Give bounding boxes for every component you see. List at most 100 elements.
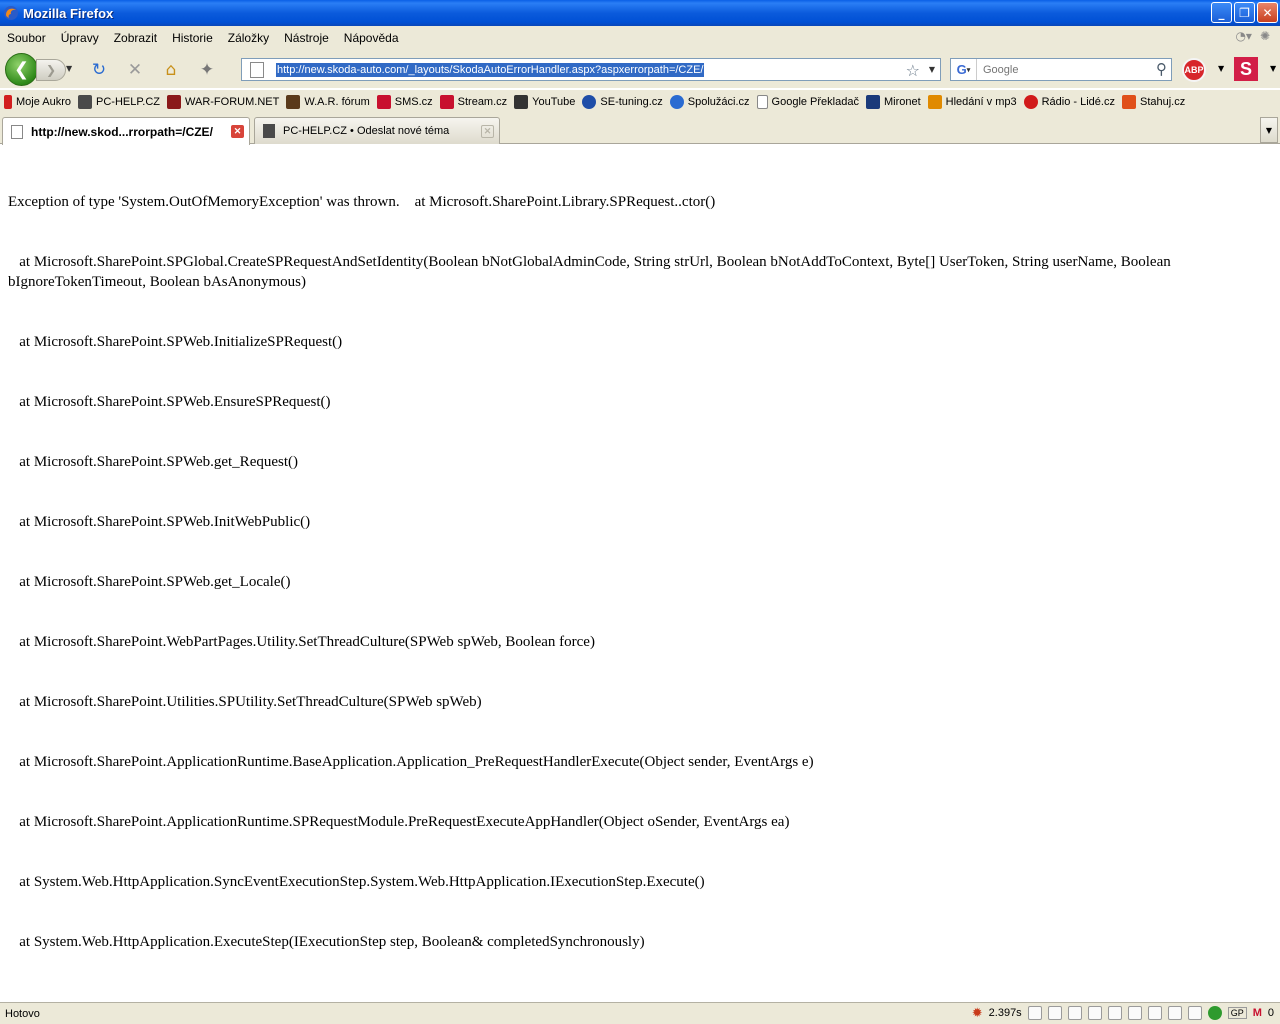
- computer-icon: [263, 124, 275, 138]
- throbber-icon: ✺: [1259, 29, 1270, 43]
- war-forum-icon: [167, 95, 182, 109]
- error-line: at Microsoft.SharePoint.ApplicationRunti…: [8, 814, 790, 830]
- tab-bar: http://new.skod...rrorpath=/CZE/ ✕ PC-HE…: [0, 114, 1280, 145]
- network-icon[interactable]: [1067, 1006, 1082, 1020]
- aukro-icon: [4, 95, 12, 109]
- spoluzaci-icon: [669, 95, 684, 109]
- menu-soubor[interactable]: Soubor: [0, 31, 54, 45]
- menu-historie[interactable]: Historie: [165, 31, 221, 45]
- url-bar[interactable]: http://new.skoda-auto.com/_layouts/Skoda…: [241, 58, 941, 81]
- bookmark-moje-aukro[interactable]: Moje Aukro: [4, 95, 71, 109]
- mironet-icon: [865, 95, 880, 109]
- adblock-dropdown-icon[interactable]: ▼: [1218, 64, 1224, 73]
- gmail-count: 0: [1267, 1007, 1274, 1019]
- menu-bar: Soubor Úpravy Zobrazit Historie Záložky …: [0, 26, 1280, 50]
- bookmarks-toolbar: Moje Aukro PC-HELP.CZ WAR-FORUM.NET W.A.…: [0, 90, 1280, 114]
- save-icon[interactable]: [1087, 1006, 1102, 1020]
- navigation-toolbar: ❮ ❯ ▼ ↻ ✕ ⌂ ✦ http://new.skoda-auto.com/…: [0, 50, 1280, 88]
- error-line: Exception of type 'System.OutOfMemoryExc…: [8, 194, 716, 210]
- error-line: at Microsoft.SharePoint.SPWeb.get_Reques…: [8, 454, 299, 470]
- print-icon[interactable]: [1107, 1006, 1122, 1020]
- bookmark-google-prekladac[interactable]: Google Překladač: [756, 95, 859, 109]
- stahuj-icon: [1121, 95, 1136, 109]
- close-tab-icon[interactable]: ✕: [231, 125, 244, 138]
- search-go-icon[interactable]: ⚲: [1156, 60, 1167, 78]
- mail-icon[interactable]: [1147, 1006, 1162, 1020]
- bookmark-stream[interactable]: Stream.cz: [439, 95, 507, 109]
- addon-s-button[interactable]: S: [1234, 57, 1258, 81]
- search-input[interactable]: [983, 63, 1143, 76]
- chart-icon[interactable]: [1167, 1006, 1182, 1020]
- bookmark-star-icon[interactable]: ☆: [906, 61, 920, 80]
- bookmark-mironet[interactable]: Mironet: [865, 95, 921, 109]
- se-tuning-icon: [582, 95, 597, 109]
- bookmark-stahuj[interactable]: Stahuj.cz: [1121, 95, 1185, 109]
- error-line: at System.Web.HttpApplication.SyncEventE…: [8, 874, 705, 890]
- bookmark-youtube[interactable]: YouTube: [514, 95, 575, 109]
- window-title: Mozilla Firefox: [23, 5, 114, 21]
- error-line: at Microsoft.SharePoint.Utilities.SPUtil…: [8, 694, 482, 710]
- tools-icon[interactable]: [1187, 1006, 1202, 1020]
- addon-dropdown-icon[interactable]: ▼: [1270, 64, 1276, 73]
- firefox-icon: [4, 6, 18, 20]
- history-dropdown-icon[interactable]: ▼: [66, 64, 72, 73]
- error-line: at Microsoft.SharePoint.WebPartPages.Uti…: [8, 634, 595, 650]
- menu-upravy[interactable]: Úpravy: [54, 31, 107, 45]
- reload-icon[interactable]: ↻: [89, 60, 109, 80]
- menu-napoveda[interactable]: Nápověda: [337, 31, 407, 45]
- home-icon[interactable]: ⌂: [161, 60, 181, 80]
- sms-icon: [376, 95, 391, 109]
- title-bar: Mozilla Firefox _ ❐ ✕: [0, 0, 1280, 26]
- bookmark-war-forum-net[interactable]: WAR-FORUM.NET: [167, 95, 279, 109]
- tab-pc-help[interactable]: PC-HELP.CZ • Odeslat nové téma ✕: [254, 117, 500, 144]
- bookmark-sms[interactable]: SMS.cz: [376, 95, 433, 109]
- bookmark-hledani-mp3[interactable]: Hledání v mp3: [927, 95, 1017, 109]
- forward-button[interactable]: ❯: [36, 59, 66, 81]
- minimize-button[interactable]: _: [1211, 2, 1232, 23]
- error-line: at Microsoft.SharePoint.SPGlobal.CreateS…: [8, 254, 1175, 290]
- load-time: 2.397s: [988, 1007, 1022, 1019]
- youtube-icon: [514, 95, 529, 109]
- error-line: at Microsoft.SharePoint.SPWeb.get_Locale…: [8, 574, 291, 590]
- tab-list-dropdown-icon[interactable]: ▼: [1260, 117, 1278, 143]
- error-stack-trace: Exception of type 'System.OutOfMemoryExc…: [8, 152, 1208, 992]
- download-status-icon[interactable]: ◔▾: [1235, 29, 1252, 43]
- addon-toolbar-icon[interactable]: ✦: [197, 60, 217, 80]
- status-bar: Hotovo ✹ 2.397s GP M 0: [0, 1002, 1280, 1024]
- adblock-button[interactable]: ABP: [1182, 58, 1206, 82]
- refresh-icon[interactable]: [1127, 1006, 1142, 1020]
- page-icon: [11, 124, 23, 139]
- computer-icon: [78, 95, 93, 109]
- firebug-icon[interactable]: ✹: [972, 1005, 983, 1021]
- search-bar[interactable]: G▾ ⚲: [950, 58, 1172, 81]
- stop-icon[interactable]: ✕: [125, 60, 145, 80]
- error-line: at Microsoft.SharePoint.SPWeb.EnsureSPRe…: [8, 394, 331, 410]
- gp-badge[interactable]: GP: [1227, 1007, 1247, 1019]
- menu-nastroje[interactable]: Nástroje: [277, 31, 337, 45]
- close-window-button[interactable]: ✕: [1257, 2, 1278, 23]
- radio-icon: [1023, 95, 1038, 109]
- status-text: Hotovo: [5, 1007, 40, 1020]
- page-info-icon[interactable]: [1027, 1006, 1042, 1020]
- tab-skoda-error[interactable]: http://new.skod...rrorpath=/CZE/ ✕: [2, 117, 250, 145]
- stream-icon: [439, 95, 454, 109]
- tab-label: http://new.skod...rrorpath=/CZE/: [31, 124, 213, 139]
- status-ok-icon[interactable]: [1207, 1006, 1222, 1020]
- bookmark-war-forum[interactable]: W.A.R. fórum: [286, 95, 370, 109]
- menu-zalozky[interactable]: Záložky: [221, 31, 277, 45]
- url-dropdown-icon[interactable]: ▼: [929, 65, 935, 74]
- page-icon: [250, 61, 264, 78]
- back-button[interactable]: ❮: [5, 53, 38, 86]
- bookmark-radio-lide[interactable]: Rádio - Lidé.cz: [1023, 95, 1115, 109]
- url-text[interactable]: http://new.skoda-auto.com/_layouts/Skoda…: [276, 62, 705, 77]
- bookmark-pc-help[interactable]: PC-HELP.CZ: [78, 95, 160, 109]
- close-tab-icon[interactable]: ✕: [481, 125, 494, 138]
- error-line: at Microsoft.SharePoint.ApplicationRunti…: [8, 754, 814, 770]
- bookmark-spoluzaci[interactable]: Spolužáci.cz: [669, 95, 750, 109]
- maximize-button[interactable]: ❐: [1234, 2, 1255, 23]
- edit-icon[interactable]: [1047, 1006, 1062, 1020]
- google-icon[interactable]: G ▾: [951, 59, 977, 80]
- menu-zobrazit[interactable]: Zobrazit: [107, 31, 165, 45]
- gmail-icon[interactable]: M: [1253, 1007, 1262, 1019]
- bookmark-se-tuning[interactable]: SE-tuning.cz: [582, 95, 663, 109]
